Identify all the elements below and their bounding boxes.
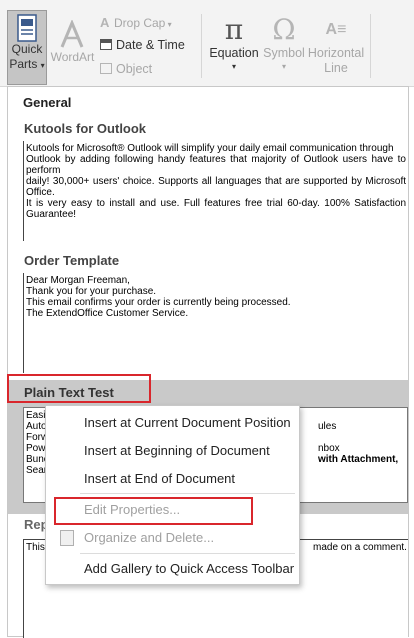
quick-parts-label-1: Quick xyxy=(11,42,43,56)
horizontal-line-icon: A≡ xyxy=(325,21,347,38)
preview-line: This email confirms your order is curren… xyxy=(26,297,291,308)
preview-line: This xyxy=(26,542,45,553)
menu-item-add-gallery-qat[interactable]: Add Gallery to Quick Access Toolbar xyxy=(84,561,294,576)
edit-properties-highlight xyxy=(54,497,253,525)
chevron-down-icon: ▾ xyxy=(40,61,45,70)
chevron-down-icon: ▾ xyxy=(165,20,172,29)
menu-item-insert-current[interactable]: Insert at Current Document Position xyxy=(84,415,291,430)
wordart-icon xyxy=(60,20,83,48)
preview-line: made on a comment. xyxy=(313,542,407,553)
calendar-icon xyxy=(100,39,112,50)
omega-icon: Ω xyxy=(272,13,296,46)
object-icon xyxy=(100,63,112,74)
date-time-label: Date & Time xyxy=(116,38,185,52)
plain-text-test-highlight xyxy=(7,374,151,403)
group-separator xyxy=(201,14,202,78)
preview-line: It is very easy to install and use. Full… xyxy=(26,198,406,220)
preview-line: Thank you for your purchase. xyxy=(26,286,157,297)
ribbon-insert-tab: Quick Parts ▾ WordArt A Drop Cap ▾ Date &… xyxy=(0,0,414,87)
menu-separator xyxy=(80,553,295,554)
chevron-down-icon: ▾ xyxy=(231,62,236,71)
organize-delete-icon xyxy=(60,530,74,546)
symbol-button[interactable]: Ω Symbol ▾ xyxy=(261,14,307,82)
object-button[interactable]: Object xyxy=(100,62,152,80)
menu-item-insert-beginning[interactable]: Insert at Beginning of Document xyxy=(84,443,270,458)
gallery-item-order-template[interactable]: Dear Morgan Freeman, Thank you for your … xyxy=(23,273,408,373)
section-header: Kutools for Outlook xyxy=(24,121,147,136)
gallery-category-title: General xyxy=(23,95,72,110)
preview-line: Kutools for Microsoft® Outlook will simp… xyxy=(26,143,394,154)
preview-line: ules xyxy=(318,421,337,432)
group-separator xyxy=(370,14,371,78)
chevron-down-icon: ▾ xyxy=(281,62,286,71)
preview-line: Outlook by adding following handy featur… xyxy=(26,154,406,176)
preview-line: nbox xyxy=(318,443,340,454)
menu-item-organize-delete[interactable]: Organize and Delete... xyxy=(84,530,214,545)
drop-cap-button[interactable]: A Drop Cap ▾ xyxy=(100,15,172,33)
preview-line: Dear Morgan Freeman, xyxy=(26,275,130,286)
preview-line: The ExtendOffice Customer Service. xyxy=(26,308,189,319)
wordart-button[interactable]: WordArt xyxy=(50,14,95,74)
object-label: Object xyxy=(116,62,153,76)
gallery-item-kutools[interactable]: Kutools for Microsoft® Outlook will simp… xyxy=(23,141,408,241)
drop-cap-label: Drop Cap xyxy=(114,16,166,30)
quick-parts-icon xyxy=(17,14,37,42)
preview-line xyxy=(318,432,398,443)
horizontal-line-button[interactable]: A≡ Horizontal Line xyxy=(306,14,366,82)
preview-line: daily! 30,000+ users' choice. Supports a… xyxy=(26,176,406,198)
preview-line: with Attachment, xyxy=(318,454,399,465)
section-header: Order Template xyxy=(24,253,120,268)
equation-label: Equation xyxy=(209,46,259,60)
context-menu: Insert at Current Document Position Inse… xyxy=(45,405,300,585)
quick-parts-button[interactable]: Quick Parts ▾ xyxy=(7,10,47,85)
menu-item-insert-end[interactable]: Insert at End of Document xyxy=(84,471,235,486)
pi-icon: π xyxy=(224,13,244,46)
wordart-label: WordArt xyxy=(50,50,95,64)
symbol-label: Symbol xyxy=(263,46,305,60)
menu-separator xyxy=(80,493,295,494)
quick-parts-label-2: Parts ▾ xyxy=(9,57,45,71)
equation-button[interactable]: π Equation ▾ xyxy=(208,14,260,82)
date-time-button[interactable]: Date & Time xyxy=(100,38,185,56)
horizontal-line-label-2: Line xyxy=(324,61,348,75)
preview-right-column: ules nbox with Attachment, xyxy=(318,421,398,465)
drop-cap-icon: A xyxy=(100,15,110,30)
horizontal-line-label-1: Horizontal xyxy=(307,46,365,60)
